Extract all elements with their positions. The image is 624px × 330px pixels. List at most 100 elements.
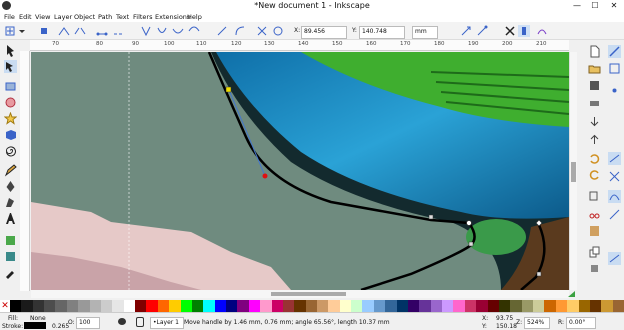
palette-swatch[interactable] (44, 300, 57, 312)
spiral-tool-icon[interactable] (4, 144, 17, 157)
copy-icon[interactable] (588, 190, 601, 203)
path-node[interactable] (536, 271, 542, 277)
zoom-field[interactable]: 524% (524, 317, 550, 329)
cut-icon[interactable] (588, 206, 601, 219)
path-node[interactable] (468, 241, 474, 247)
canvas-artwork[interactable] (31, 52, 569, 290)
unit-select[interactable]: mm (412, 26, 438, 39)
menu-path[interactable]: Path (98, 12, 112, 22)
palette-swatch[interactable] (146, 300, 159, 312)
palette-swatch[interactable] (453, 300, 466, 312)
calligraphy-tool-icon[interactable] (4, 196, 17, 209)
palette-swatch[interactable] (123, 300, 136, 312)
vertical-scroll-thumb[interactable] (571, 162, 576, 182)
palette-swatch[interactable] (339, 300, 352, 312)
segment-to-curve-icon[interactable] (234, 25, 246, 37)
auto-smooth-icon[interactable] (188, 25, 200, 37)
palette-swatch[interactable] (89, 300, 102, 312)
palette-swatch[interactable] (362, 300, 375, 312)
print-icon[interactable] (588, 96, 601, 109)
pen-tool-icon[interactable] (4, 180, 17, 193)
import-icon[interactable] (588, 116, 601, 129)
delete-node-icon[interactable] (38, 25, 50, 37)
menu-help[interactable]: Help (187, 12, 202, 22)
show-clipping-path-icon[interactable] (504, 25, 516, 37)
palette-swatch[interactable] (567, 300, 580, 312)
palette-swatch[interactable] (226, 300, 239, 312)
menu-view[interactable]: View (35, 12, 50, 22)
palette-swatch[interactable] (260, 300, 273, 312)
palette-swatch[interactable] (396, 300, 409, 312)
paste-icon[interactable] (588, 224, 601, 237)
snap-paths-icon[interactable] (608, 152, 621, 165)
dropdown-arrow-icon[interactable] (18, 25, 26, 37)
node-handle[interactable] (225, 86, 232, 93)
snap-toggle-icon[interactable] (608, 45, 621, 58)
drawing-canvas[interactable] (31, 52, 569, 290)
palette-swatch[interactable] (169, 300, 182, 312)
fill-value[interactable]: None (30, 315, 46, 322)
palette-swatch[interactable] (464, 300, 477, 312)
palette-swatch[interactable] (407, 300, 420, 312)
palette-swatch[interactable] (271, 300, 284, 312)
palette-swatch[interactable] (544, 300, 557, 312)
duplicate-icon[interactable] (588, 246, 601, 259)
palette-swatch[interactable] (328, 300, 341, 312)
palette-swatch[interactable] (294, 300, 307, 312)
menu-edit[interactable]: Edit (19, 12, 32, 22)
minimize-button[interactable]: — (568, 0, 586, 12)
snap-bbox-icon[interactable] (608, 62, 621, 75)
snap-page-icon[interactable] (608, 252, 621, 265)
show-mask-icon[interactable] (518, 25, 530, 37)
show-transform-handles-icon[interactable] (460, 25, 472, 37)
zoom-corner-icon[interactable] (567, 290, 576, 298)
palette-swatch[interactable] (612, 300, 624, 312)
pencil-tool-icon[interactable] (4, 164, 17, 177)
palette-swatch[interactable] (521, 300, 534, 312)
path-node[interactable] (466, 220, 472, 226)
stroke-to-path-icon[interactable] (272, 25, 284, 37)
palette-swatch[interactable] (601, 300, 614, 312)
palette-swatch[interactable] (100, 300, 113, 312)
palette-swatch[interactable] (248, 300, 261, 312)
palette-swatch[interactable] (214, 300, 227, 312)
join-segment-icon[interactable] (96, 25, 108, 37)
delete-segment-icon[interactable] (112, 25, 124, 37)
object-to-path-icon[interactable] (256, 25, 268, 37)
segment-to-line-icon[interactable] (216, 25, 228, 37)
palette-swatch[interactable] (385, 300, 398, 312)
path-node[interactable] (428, 214, 434, 220)
palette-swatch[interactable] (555, 300, 568, 312)
palette-swatch[interactable] (135, 300, 148, 312)
text-tool-icon[interactable] (4, 212, 17, 225)
layer-visibility-icon[interactable] (118, 318, 126, 325)
layer-lock-icon[interactable] (136, 317, 144, 327)
menu-filters[interactable]: Filters (133, 12, 152, 22)
vertical-ruler[interactable] (20, 51, 30, 291)
stroke-width-value[interactable]: 0.265 (52, 323, 69, 330)
menu-object[interactable]: Object (74, 12, 95, 22)
ellipse-tool-icon[interactable] (4, 96, 17, 109)
snap-midpoints-icon[interactable] (608, 208, 621, 221)
opacity-field[interactable]: 100 (76, 317, 100, 329)
menu-file[interactable]: File (4, 12, 15, 22)
palette-swatch[interactable] (157, 300, 170, 312)
redo-icon[interactable] (588, 168, 601, 181)
rectangle-tool-icon[interactable] (4, 80, 17, 93)
no-paint-swatch[interactable]: ✕ (0, 300, 10, 312)
palette-swatch[interactable] (180, 300, 193, 312)
save-document-icon[interactable] (588, 79, 601, 92)
snap-nodes-icon[interactable] (608, 84, 621, 97)
close-button[interactable]: ✕ (605, 0, 623, 12)
show-handles-icon[interactable] (476, 25, 488, 37)
palette-swatch[interactable] (32, 300, 45, 312)
y-coordinate-field[interactable]: 140.748 (359, 26, 405, 39)
palette-swatch[interactable] (373, 300, 386, 312)
make-symmetric-icon[interactable] (172, 25, 184, 37)
palette-swatch[interactable] (203, 300, 216, 312)
maximize-button[interactable]: ☐ (586, 0, 604, 12)
palette-swatch[interactable] (589, 300, 602, 312)
rotation-field[interactable]: 0.00° (566, 317, 596, 329)
palette-swatch[interactable] (282, 300, 295, 312)
palette-swatch[interactable] (419, 300, 432, 312)
